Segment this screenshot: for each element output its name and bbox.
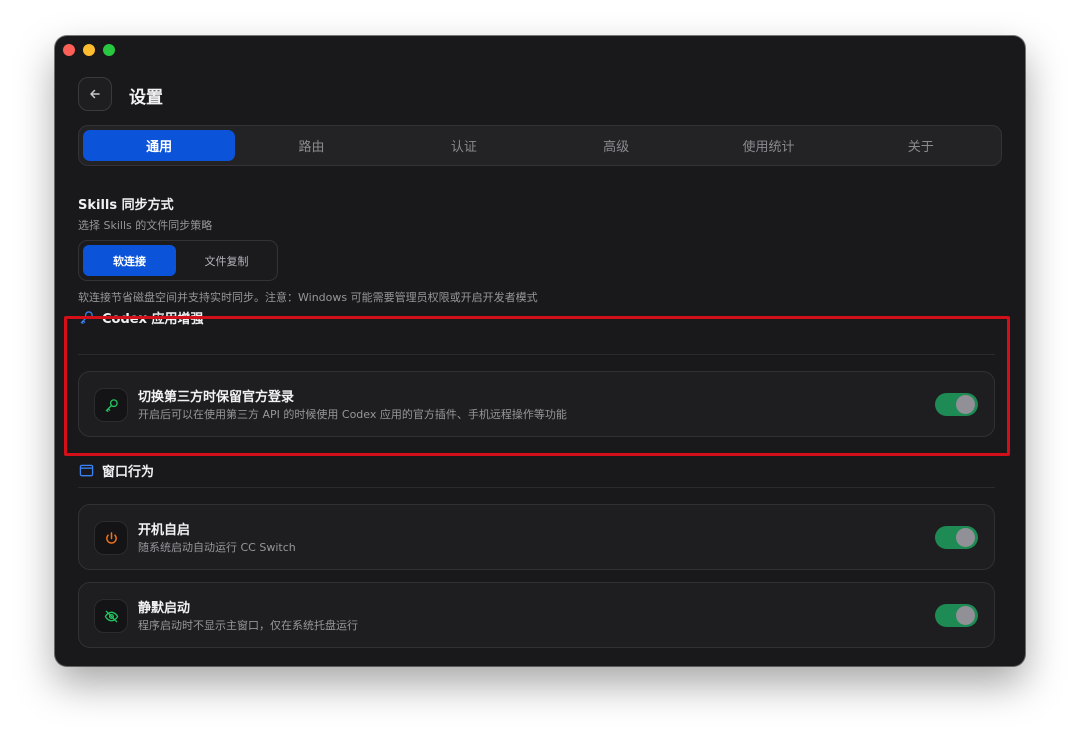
codex-section-title: Codex 应用增强 xyxy=(102,311,204,327)
codex-section-divider xyxy=(78,354,995,355)
settings-window: 设置 通用 路由 认证 高级 使用统计 关于 Skills 同步方式 选择 Sk… xyxy=(55,36,1025,666)
keep-official-login-description: 开启后可以在使用第三方 API 的时候使用 Codex 应用的官方插件、手机远程… xyxy=(138,408,567,421)
tab-advanced[interactable]: 高级 xyxy=(540,130,692,161)
skills-sync-note: 软连接节省磁盘空间并支持实时同步。注意：Windows 可能需要管理员权限或开启… xyxy=(78,291,538,304)
silent-start-card: 静默启动 程序启动时不显示主窗口，仅在系统托盘运行 xyxy=(78,582,995,648)
tab-auth[interactable]: 认证 xyxy=(388,130,540,161)
autostart-toggle[interactable] xyxy=(935,526,978,549)
arrow-left-icon xyxy=(90,89,100,99)
tab-usage-stats[interactable]: 使用统计 xyxy=(692,130,844,161)
key-icon xyxy=(78,309,94,325)
tab-about[interactable]: 关于 xyxy=(845,130,997,161)
silent-start-description: 程序启动时不显示主窗口，仅在系统托盘运行 xyxy=(138,619,358,632)
autostart-title: 开机自启 xyxy=(138,523,191,538)
toggle-knob xyxy=(956,528,975,547)
autostart-card: 开机自启 随系统启动自动运行 CC Switch xyxy=(78,504,995,570)
power-icon xyxy=(94,521,128,555)
skills-sync-segmented-control: 软连接 文件复制 xyxy=(78,240,278,281)
skills-sync-subtitle: 选择 Skills 的文件同步策略 xyxy=(78,219,213,232)
minimize-window-button[interactable] xyxy=(83,44,95,56)
window-behavior-section-header: 窗口行为 xyxy=(78,459,154,481)
silent-start-title: 静默启动 xyxy=(138,601,191,616)
key-icon xyxy=(94,388,128,422)
codex-section-header: Codex 应用增强 xyxy=(78,306,204,328)
window-controls xyxy=(63,44,115,56)
window-behavior-section-title: 窗口行为 xyxy=(102,464,155,480)
keep-official-login-toggle[interactable] xyxy=(935,393,978,416)
keep-official-login-title: 切换第三方时保留官方登录 xyxy=(138,390,295,405)
back-button[interactable] xyxy=(78,77,112,111)
zoom-window-button[interactable] xyxy=(103,44,115,56)
toggle-knob xyxy=(956,395,975,414)
app-window-icon xyxy=(78,462,94,478)
settings-tabs: 通用 路由 认证 高级 使用统计 关于 xyxy=(78,125,1002,166)
file-copy-option-button[interactable]: 文件复制 xyxy=(180,245,273,276)
window-behavior-section-divider xyxy=(78,487,995,488)
page-title: 设置 xyxy=(129,88,163,108)
tab-routing[interactable]: 路由 xyxy=(235,130,387,161)
skills-sync-title: Skills 同步方式 xyxy=(78,198,174,213)
silent-start-toggle[interactable] xyxy=(935,604,978,627)
symlink-option-button[interactable]: 软连接 xyxy=(83,245,176,276)
eye-off-icon xyxy=(94,599,128,633)
autostart-description: 随系统启动自动运行 CC Switch xyxy=(138,541,296,554)
toggle-knob xyxy=(956,606,975,625)
keep-official-login-card: 切换第三方时保留官方登录 开启后可以在使用第三方 API 的时候使用 Codex… xyxy=(78,371,995,437)
close-window-button[interactable] xyxy=(63,44,75,56)
tab-general[interactable]: 通用 xyxy=(83,130,236,161)
